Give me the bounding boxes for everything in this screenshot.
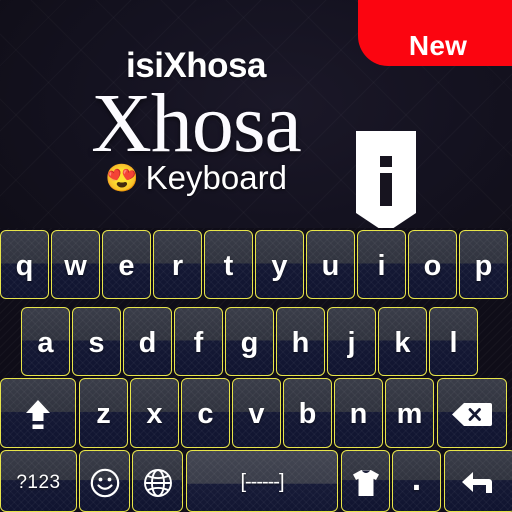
key-i[interactable]: i [357, 230, 406, 299]
key-space[interactable]: [------] [186, 450, 338, 512]
backspace-icon [452, 402, 492, 427]
key-symbols[interactable]: ?123 [0, 450, 77, 512]
shift-arrow-icon [25, 399, 51, 430]
new-badge-label: New [408, 30, 468, 61]
t-shirt-icon [351, 468, 381, 498]
key-shift[interactable] [0, 378, 76, 448]
key-v[interactable]: v [232, 378, 281, 448]
key-g[interactable]: g [225, 307, 274, 376]
hero-subtitle-bottom: Keyboard [145, 159, 287, 196]
key-u[interactable]: u [306, 230, 355, 299]
key-n[interactable]: n [334, 378, 383, 448]
key-a[interactable]: a [21, 307, 70, 376]
keyboard-row-3: z x c v b n m [0, 378, 512, 448]
key-x[interactable]: x [130, 378, 179, 448]
key-p[interactable]: p [459, 230, 508, 299]
key-e[interactable]: e [102, 230, 151, 299]
key-w[interactable]: w [51, 230, 100, 299]
key-language[interactable] [132, 450, 183, 512]
key-c[interactable]: c [181, 378, 230, 448]
key-q[interactable]: q [0, 230, 49, 299]
app-screenshot: New isiXhosa Xhosa 😍 Keyboard q w e r t … [0, 0, 512, 512]
globe-icon [143, 468, 173, 498]
keyboard-row-4: ?123 [------] . [0, 450, 512, 512]
key-b[interactable]: b [283, 378, 332, 448]
shield-info-icon [356, 131, 416, 230]
hero-title: Xhosa [91, 77, 302, 170]
key-period[interactable]: . [392, 450, 441, 512]
key-z[interactable]: z [79, 378, 128, 448]
key-o[interactable]: o [408, 230, 457, 299]
key-l[interactable]: l [429, 307, 478, 376]
smiley-face-icon [90, 468, 120, 498]
key-enter[interactable] [444, 450, 512, 512]
on-screen-keyboard[interactable]: q w e r t y u i o p a s d f g h j k l z … [0, 228, 512, 512]
key-j[interactable]: j [327, 307, 376, 376]
enter-arrow-icon [462, 468, 498, 498]
keyboard-row-2: a s d f g h j k l [0, 307, 512, 376]
key-theme[interactable] [341, 450, 390, 512]
key-k[interactable]: k [378, 307, 427, 376]
key-f[interactable]: f [174, 307, 223, 376]
hero-banner: New isiXhosa Xhosa 😍 Keyboard [0, 0, 512, 230]
key-emoji[interactable] [79, 450, 130, 512]
key-r[interactable]: r [153, 230, 202, 299]
key-s[interactable]: s [72, 307, 121, 376]
keyboard-row-1: q w e r t y u i o p [0, 230, 512, 299]
key-d[interactable]: d [123, 307, 172, 376]
hero-subtitle-bottom-group: 😍 Keyboard [0, 160, 392, 196]
key-h[interactable]: h [276, 307, 325, 376]
key-y[interactable]: y [255, 230, 304, 299]
key-t[interactable]: t [204, 230, 253, 299]
key-m[interactable]: m [385, 378, 434, 448]
key-backspace[interactable] [437, 378, 507, 448]
heart-eyes-emoji-icon: 😍 [105, 162, 139, 193]
title-block: isiXhosa Xhosa 😍 Keyboard [0, 46, 392, 196]
